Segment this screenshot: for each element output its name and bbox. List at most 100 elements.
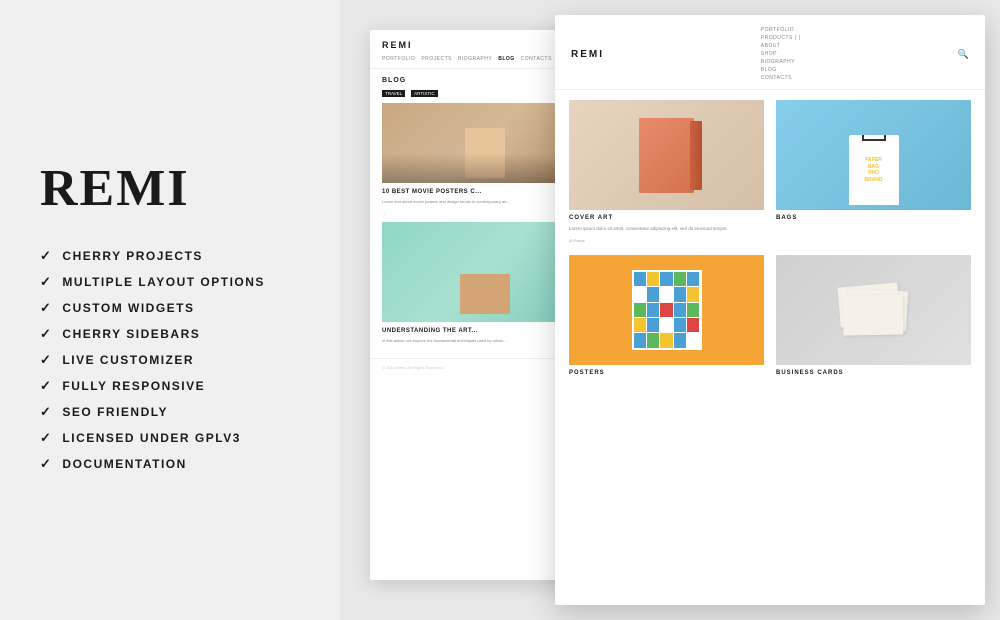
poster-cell	[634, 318, 646, 332]
poster-cell	[647, 333, 659, 347]
portfolio-nav-item[interactable]: BLOG	[761, 67, 801, 73]
poster-cell	[634, 287, 646, 301]
left-panel: REMI ✓ CHERRY PROJECTS ✓ MULTIPLE LAYOUT OP…	[0, 0, 340, 620]
portfolio-nav-item[interactable]: CONTACTS	[761, 75, 801, 81]
feature-item: ✓ CHERRY PROJECTS	[40, 248, 310, 264]
poster-cell	[660, 287, 672, 301]
portfolio-brand: REMI	[571, 49, 604, 60]
business-cards-image	[776, 255, 971, 365]
check-icon: ✓	[40, 352, 52, 368]
poster-cell	[647, 287, 659, 301]
paper-bag-decoration: PAPERBAGPROBRAND	[849, 135, 899, 205]
blog-nav-item[interactable]: PROJECTS	[421, 56, 452, 62]
posters-visual	[569, 255, 764, 365]
poster-cell	[660, 333, 672, 347]
feature-label: DOCUMENTATION	[62, 457, 186, 471]
poster-cell	[687, 303, 699, 317]
poster-cell	[647, 318, 659, 332]
bags-visual: PAPERBAGPROBRAND	[776, 100, 971, 210]
posters-label: POSTERS	[569, 370, 764, 376]
feature-label: CUSTOM WIDGETS	[62, 301, 194, 315]
portfolio-header: REMI PORTFOLIO PRODUCTS ( ) About Shop BIOGR…	[555, 15, 985, 90]
poster-cell	[687, 287, 699, 301]
right-panel: REMI PORTFOLIO PROJECTS BIOGRAPHY BLOG CONTA…	[340, 0, 1000, 620]
check-icon: ✓	[40, 430, 52, 446]
poster-cell	[687, 333, 699, 347]
feature-label: FULLY RESPONSIVE	[62, 379, 205, 393]
feature-item: ✓ MULTIPLE LAYOUT OPTIONS	[40, 274, 310, 290]
portfolio-grid: COVER ART Lorem ipsum dolor sit amet, co…	[555, 90, 985, 386]
business-cards-label: BUSINESS CARDS	[776, 370, 971, 376]
check-icon: ✓	[40, 456, 52, 472]
blog-nav-item[interactable]: BIOGRAPHY	[458, 56, 492, 62]
poster-cell	[674, 318, 686, 332]
cover-art-visual	[569, 100, 764, 210]
feature-item: ✓ SEO FRIENDLY	[40, 404, 310, 420]
poster-cell	[634, 303, 646, 317]
portfolio-item-cover-art: COVER ART Lorem ipsum dolor sit amet, co…	[569, 100, 764, 243]
feature-item: ✓ CHERRY SIDEBARS	[40, 326, 310, 342]
portfolio-nav-item[interactable]: Shop	[761, 51, 801, 57]
portfolio-item-posters: POSTERS	[569, 255, 764, 376]
poster-cell	[660, 318, 672, 332]
bags-image: PAPERBAGPROBRAND	[776, 100, 971, 210]
blog-nav-item[interactable]: PORTFOLIO	[382, 56, 415, 62]
biz-card-3	[842, 294, 903, 335]
check-icon: ✓	[40, 248, 52, 264]
blog-nav-item[interactable]: CONTACTS	[521, 56, 552, 62]
cover-art-desc: Lorem ipsum dolor sit amet, consectetur …	[569, 226, 764, 233]
feature-item: ✓ DOCUMENTATION	[40, 456, 310, 472]
cover-art-label: COVER ART	[569, 215, 764, 221]
feature-label: CHERRY SIDEBARS	[62, 327, 200, 341]
poster-cell	[647, 272, 659, 286]
portfolio-nav-item[interactable]: BIOGRAPHY	[761, 59, 801, 65]
feature-item: ✓LICENSED UNDER GPLV3	[40, 430, 310, 446]
search-icon[interactable]: 🔍	[958, 49, 969, 60]
portfolio-mockup: REMI PORTFOLIO PRODUCTS ( ) About Shop BIOGR…	[555, 15, 985, 605]
bags-label: BAGS	[776, 215, 971, 221]
feature-label: CHERRY PROJECTS	[62, 249, 203, 263]
portfolio-item-business-cards: BUSINESS CARDS	[776, 255, 971, 376]
poster-cell	[647, 303, 659, 317]
poster-cell	[674, 272, 686, 286]
blog-tag-1: TRAVEL	[382, 90, 405, 97]
posters-image	[569, 255, 764, 365]
check-icon: ✓	[40, 404, 52, 420]
portfolio-nav-item[interactable]: PORTFOLIO	[761, 27, 801, 33]
poster-cell	[674, 333, 686, 347]
feature-item: ✓ FULLY RESPONSIVE	[40, 378, 310, 394]
cover-art-image	[569, 100, 764, 210]
poster-cell	[660, 272, 672, 286]
check-icon: ✓	[40, 378, 52, 394]
poster-cell	[674, 303, 686, 317]
feature-item: ✓ LIVE CUSTOMIZER	[40, 352, 310, 368]
business-cards-decoration	[839, 285, 909, 335]
feature-label: MULTIPLE LAYOUT OPTIONS	[62, 275, 265, 289]
cover-art-author: Al Paese	[569, 238, 764, 243]
feature-label: LIVE CUSTOMIZER	[62, 353, 194, 367]
feature-item: ✓ CUSTOM WIDGETS	[40, 300, 310, 316]
portfolio-nav: PORTFOLIO PRODUCTS ( ) About Shop BIOGRAPHY B…	[761, 27, 801, 81]
check-icon: ✓	[40, 274, 52, 290]
check-icon: ✓	[40, 326, 52, 342]
feature-label: SEO FRIENDLY	[62, 405, 168, 419]
poster-cell	[634, 272, 646, 286]
features-list: ✓ CHERRY PROJECTS ✓ MULTIPLE LAYOUT OPTIONS…	[40, 248, 310, 472]
poster-cell	[687, 318, 699, 332]
business-cards-visual	[776, 255, 971, 365]
poster-cell	[687, 272, 699, 286]
book-decoration	[639, 118, 694, 193]
poster-cell	[660, 303, 672, 317]
portfolio-item-bags: PAPERBAGPROBRAND BAGS	[776, 100, 971, 243]
poster-cell	[674, 287, 686, 301]
bag-text: PAPERBAGPROBRAND	[862, 155, 884, 185]
cardboard-decoration	[460, 274, 510, 314]
poster-grid-decoration	[632, 270, 702, 350]
portfolio-nav-item[interactable]: About	[761, 43, 801, 49]
blog-nav-item[interactable]: BLOG	[498, 56, 514, 62]
poster-cell	[634, 333, 646, 347]
brand-title: REMI	[40, 159, 310, 218]
blog-tag-2: ARTISTIC	[411, 90, 437, 97]
portfolio-nav-item[interactable]: PRODUCTS ( )	[761, 35, 801, 41]
check-icon: ✓	[40, 300, 52, 316]
